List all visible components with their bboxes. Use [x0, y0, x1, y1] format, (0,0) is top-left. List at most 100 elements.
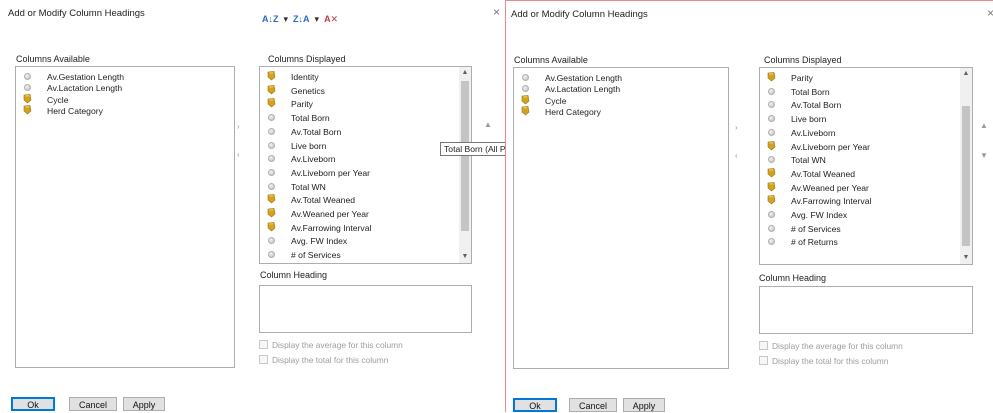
sort-ascending-dropdown-icon[interactable]: ▾ [284, 14, 289, 25]
circle-icon [268, 127, 275, 135]
columns-available-label: Columns Available [514, 55, 588, 65]
list-item-label: # of Services [791, 223, 841, 234]
columns-available-list[interactable]: Av.Gestation Length Av.Lactation Length Cy… [513, 67, 729, 369]
move-left-button[interactable]: ‹ [237, 150, 240, 159]
list-item-label: # of Services [291, 250, 341, 261]
dialog-right: Add or Modify Column Headings × Columns … [505, 0, 993, 412]
circle-icon [268, 114, 275, 122]
circle-icon [768, 211, 775, 218]
list-item-label: Av.Liveborn per Year [791, 141, 870, 152]
dialog-title: Add or Modify Column Headings [8, 8, 145, 19]
list-item-label: Live born [791, 114, 827, 125]
columns-displayed-list[interactable]: ▲ ▼ Parity Total Born Av.Total Born Live bo… [759, 67, 973, 265]
list-item-label: Live born [291, 140, 327, 151]
scrollbar-thumb[interactable] [461, 81, 469, 231]
circle-icon [268, 237, 275, 245]
circle-icon [768, 238, 775, 246]
columns-available-label: Columns Available [16, 54, 90, 64]
list-item-label: Av.Lactation Length [545, 84, 621, 95]
vertical-scrollbar[interactable]: ▲ ▼ [459, 67, 471, 263]
list-item-label: Avg. FW Index [291, 236, 348, 247]
display-average-checkbox[interactable]: Display the average for this column [759, 341, 903, 351]
list-item-label: Av.Gestation Length [47, 72, 125, 82]
list-item-label: Av.Total Born [291, 126, 342, 137]
list-item-label: Parity [791, 73, 813, 83]
circle-icon [768, 87, 775, 95]
scroll-up-icon[interactable]: ▲ [960, 68, 972, 80]
move-up-button[interactable]: ▲ [484, 120, 492, 129]
circle-icon [768, 101, 775, 109]
tooltip: Total Born (All P [440, 142, 510, 156]
display-total-checkbox[interactable]: Display the total for this column [759, 356, 888, 366]
circle-icon [268, 155, 275, 163]
ok-button[interactable]: Ok [513, 398, 557, 412]
list-item-label: # of Returns [791, 237, 838, 248]
circle-icon [24, 73, 31, 80]
scrollbar-thumb[interactable] [962, 106, 970, 246]
display-average-checkbox[interactable]: Display the average for this column [259, 340, 403, 350]
move-left-button[interactable]: ‹ [735, 151, 738, 160]
dialog-title: Add or Modify Column Headings [511, 9, 648, 20]
move-right-button[interactable]: › [237, 122, 240, 131]
circle-icon [768, 115, 775, 123]
key-icon [521, 94, 530, 104]
list-item-label: Genetics [291, 85, 325, 96]
list-item-label: Av.Liveborn [791, 127, 836, 138]
column-heading-label: Column Heading [759, 273, 827, 283]
circle-icon [768, 224, 775, 232]
move-down-button[interactable]: ▼ [980, 151, 988, 160]
list-item-label: Parity [291, 99, 313, 110]
key-icon [23, 93, 32, 103]
list-item-label: Total Born [791, 86, 830, 97]
key-icon [23, 105, 32, 115]
list-item-label: Av.Total Born [791, 100, 842, 111]
move-right-button[interactable]: › [735, 123, 738, 132]
scroll-up-icon[interactable]: ▲ [459, 67, 471, 79]
key-icon [267, 221, 276, 232]
circle-icon [268, 168, 275, 176]
list-item-label: Av.Liveborn per Year [291, 167, 370, 178]
key-icon [267, 194, 276, 204]
close-icon[interactable]: × [987, 6, 993, 20]
display-total-label: Display the total for this column [272, 355, 389, 365]
cancel-button[interactable]: Cancel [69, 397, 117, 411]
circle-icon [768, 128, 775, 136]
columns-available-list[interactable]: Av.Gestation Length Av.Lactation Length Cy… [15, 66, 235, 368]
list-item-label: Total Born [291, 113, 330, 124]
scroll-down-icon[interactable]: ▼ [960, 252, 972, 264]
apply-button[interactable]: Apply [123, 397, 165, 411]
sort-descending-dropdown-icon[interactable]: ▾ [315, 14, 320, 25]
circle-icon [24, 84, 31, 92]
sort-descending-icon[interactable]: Z↓A [293, 14, 310, 24]
ok-button[interactable]: Ok [11, 397, 55, 411]
key-icon [767, 140, 776, 150]
display-average-label: Display the average for this column [772, 341, 903, 351]
display-total-checkbox[interactable]: Display the total for this column [259, 355, 388, 365]
list-item-label: Identity [291, 72, 319, 82]
move-up-button[interactable]: ▲ [980, 121, 988, 130]
column-heading-textbox[interactable] [759, 286, 973, 334]
columns-displayed-label: Columns Displayed [268, 54, 346, 64]
list-item-label: Av.Lactation Length [47, 83, 123, 94]
column-heading-textbox[interactable] [259, 285, 472, 333]
sort-ascending-icon[interactable]: A↓Z [262, 14, 279, 24]
list-item-label: Av.Farrowing Interval [291, 222, 372, 233]
key-icon [521, 106, 530, 116]
list-item-label: Av.Gestation Length [545, 73, 623, 83]
columns-displayed-list[interactable]: ▲ ▼ Identity Genetics Parity Total Born Av.T… [259, 66, 472, 264]
dialog-left: Add or Modify Column Headings × A↓Z ▾ Z↓A ▾… [0, 0, 510, 412]
close-icon[interactable]: × [493, 5, 500, 19]
list-item-label: Cycle [47, 94, 69, 105]
circle-icon [268, 251, 275, 259]
apply-button[interactable]: Apply [623, 398, 665, 412]
cancel-button[interactable]: Cancel [569, 398, 617, 412]
circle-icon [522, 85, 529, 93]
scroll-down-icon[interactable]: ▼ [459, 251, 471, 263]
list-item-label: Herd Category [545, 106, 601, 117]
vertical-scrollbar[interactable]: ▲ ▼ [960, 68, 972, 264]
sort-toolbar: A↓Z ▾ Z↓A ▾ A✕ [262, 14, 343, 25]
list-item-label: Total WN [791, 155, 826, 166]
list-item-label: Av.Weaned per Year [791, 182, 869, 193]
key-icon [767, 168, 776, 178]
clear-sort-icon[interactable]: A✕ [324, 14, 338, 25]
